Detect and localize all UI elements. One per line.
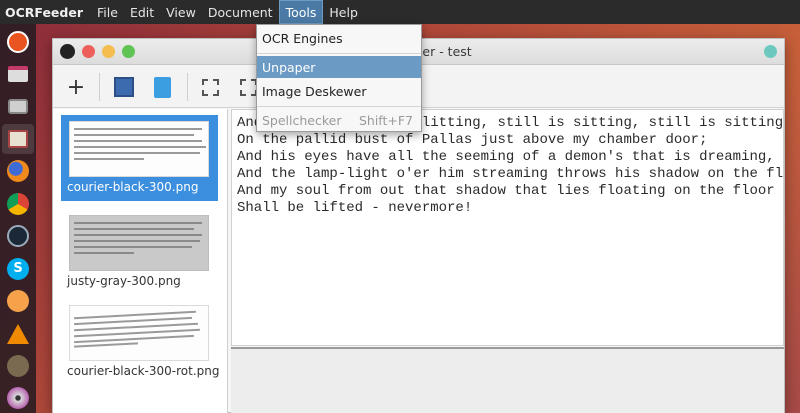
page-item[interactable]: courier-black-300-rot.png — [61, 299, 220, 385]
files-icon[interactable] — [2, 124, 34, 154]
ubuntu-icon[interactable] — [2, 27, 34, 56]
bottom-pane — [231, 347, 784, 413]
toolbar-separator — [99, 73, 100, 101]
menu-tools[interactable]: Tools — [278, 0, 324, 24]
menu-item-shortcut: Shift+F7 — [358, 112, 413, 128]
page-list: courier-black-300.png justy-gray-300.png — [53, 109, 228, 413]
menu-separator — [257, 53, 421, 54]
chrome-icon[interactable] — [2, 189, 34, 218]
text-line: And my soul from out that shadow that li… — [237, 183, 775, 199]
launcher: S — [0, 24, 36, 413]
page-label: courier-black-300-rot.png — [67, 364, 220, 378]
document-icon[interactable] — [147, 72, 177, 102]
window-icon[interactable] — [2, 59, 34, 88]
skype-icon[interactable]: S — [2, 254, 34, 283]
menu-view[interactable]: View — [160, 0, 202, 24]
firefox-icon[interactable] — [2, 157, 34, 186]
page-item[interactable]: courier-black-300.png — [61, 115, 218, 201]
toolbar-separator — [187, 73, 188, 101]
page-thumbnail — [69, 121, 209, 177]
steam-icon[interactable] — [2, 222, 34, 251]
select-icon[interactable] — [195, 72, 225, 102]
menu-item-ocr-engines[interactable]: OCR Engines — [257, 27, 421, 49]
vlc-icon[interactable] — [2, 319, 34, 348]
gimp-icon[interactable] — [2, 351, 34, 380]
disc-icon[interactable] — [2, 384, 34, 413]
shell-icon[interactable] — [2, 286, 34, 315]
menu-item-spellchecker[interactable]: Spellchecker Shift+F7 — [257, 109, 421, 131]
page-label: courier-black-300.png — [67, 180, 199, 194]
text-editor[interactable]: And the Raven, never flitting, still is … — [231, 109, 784, 346]
page-label: justy-gray-300.png — [67, 274, 181, 288]
menu-item-label: Spellchecker — [262, 112, 342, 128]
tools-dropdown-menu: OCR Engines Unpaper Image Deskewer Spell… — [256, 24, 422, 132]
menu-separator — [257, 106, 421, 107]
app-name[interactable]: OCRFeeder — [0, 5, 91, 20]
page-thumbnail — [69, 215, 209, 271]
menubar: OCRFeeder File Edit View Document Tools … — [0, 0, 800, 24]
status-dot-icon — [764, 45, 777, 58]
menu-item-image-deskewer[interactable]: Image Deskewer — [257, 80, 421, 102]
text-line: On the pallid bust of Pallas just above … — [237, 132, 708, 148]
add-icon[interactable]: + — [61, 72, 91, 102]
text-line: And the lamp-light o'er him streaming th… — [237, 166, 784, 182]
menu-help[interactable]: Help — [323, 0, 364, 24]
menu-file[interactable]: File — [91, 0, 124, 24]
text-line: And his eyes have all the seeming of a d… — [237, 149, 775, 165]
page-thumbnail — [69, 305, 209, 361]
layout-icon[interactable] — [109, 72, 139, 102]
camera-icon[interactable] — [2, 92, 34, 121]
page-item[interactable]: justy-gray-300.png — [61, 209, 218, 295]
text-line: Shall be lifted - nevermore! — [237, 200, 473, 216]
menu-edit[interactable]: Edit — [124, 0, 160, 24]
menu-item-unpaper[interactable]: Unpaper — [257, 56, 421, 78]
menu-document[interactable]: Document — [202, 0, 279, 24]
